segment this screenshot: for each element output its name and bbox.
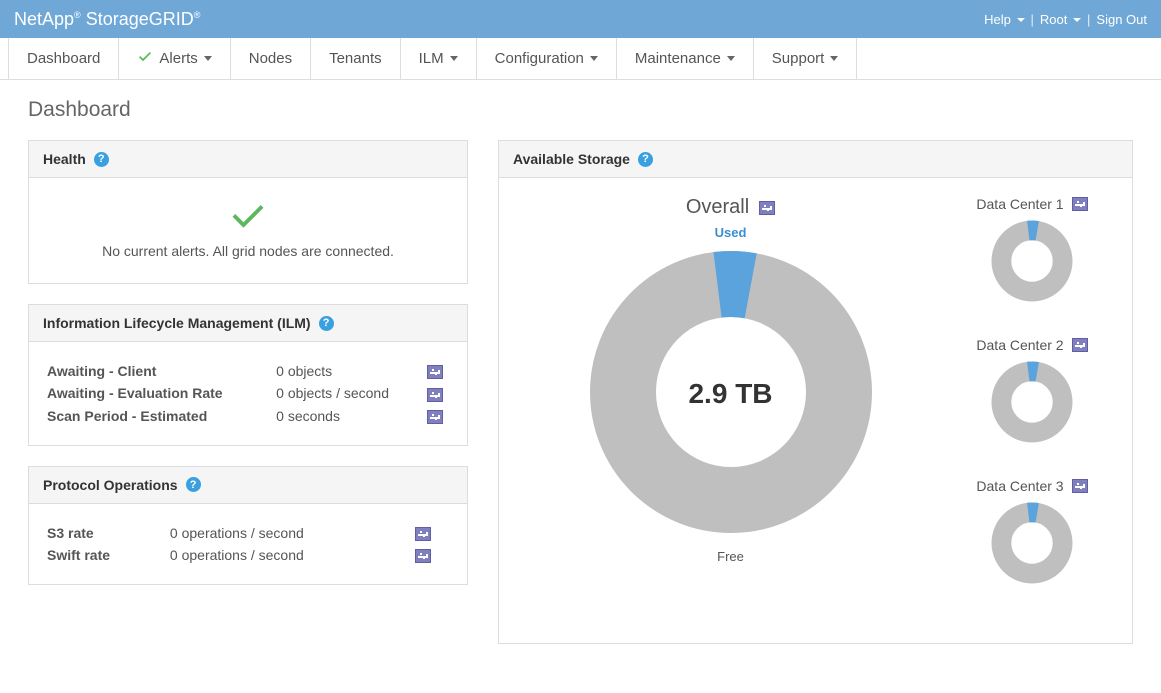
row-label: S3 rate: [43, 522, 166, 544]
table-row: Scan Period - Estimated 0 seconds: [43, 405, 453, 427]
sign-out-link[interactable]: Sign Out: [1096, 12, 1147, 27]
row-label: Scan Period - Estimated: [43, 405, 272, 427]
nav-support[interactable]: Support: [754, 38, 858, 79]
site-block: Data Center 2: [952, 337, 1112, 450]
site-name: Data Center 2: [976, 337, 1063, 353]
nav-configuration[interactable]: Configuration: [477, 38, 617, 79]
panel-header: Available Storage ?: [499, 141, 1132, 178]
row-value: 0 seconds: [272, 405, 423, 427]
brand-text-1: NetApp: [14, 9, 74, 29]
chart-icon[interactable]: [1072, 479, 1088, 493]
nav-ilm[interactable]: ILM: [401, 38, 477, 79]
caret-down-icon: [590, 56, 598, 61]
user-label: Root: [1040, 12, 1067, 27]
storage-panel: Available Storage ? Overall Used: [498, 140, 1133, 644]
help-icon[interactable]: ?: [186, 477, 201, 492]
panel-title: Available Storage: [513, 151, 630, 167]
caret-down-icon: [1017, 18, 1025, 22]
panel-header: Health ?: [29, 141, 467, 178]
reg-mark-2: ®: [194, 10, 201, 20]
row-label: Awaiting - Evaluation Rate: [43, 382, 272, 404]
nav-label: Configuration: [495, 50, 584, 67]
help-menu[interactable]: Help: [984, 12, 1024, 27]
table-row: Awaiting - Evaluation Rate 0 objects / s…: [43, 382, 453, 404]
nav-label: Alerts: [159, 50, 197, 67]
reg-mark-1: ®: [74, 10, 81, 20]
caret-down-icon: [1073, 18, 1081, 22]
help-label: Help: [984, 12, 1011, 27]
row-value: 0 operations / second: [166, 522, 412, 544]
row-value: 0 objects: [272, 360, 423, 382]
nav-label: ILM: [419, 50, 444, 67]
help-icon[interactable]: ?: [638, 152, 653, 167]
caret-down-icon: [450, 56, 458, 61]
brand-text-2: StorageGRID: [81, 9, 194, 29]
separator: |: [1031, 12, 1034, 27]
table-row: S3 rate 0 operations / second: [43, 522, 453, 544]
caret-down-icon: [204, 56, 212, 61]
nav-alerts[interactable]: Alerts: [119, 38, 230, 79]
site-name: Data Center 1: [976, 196, 1063, 212]
main-nav: Dashboard Alerts Nodes Tenants ILM Confi…: [0, 38, 1161, 80]
health-message: No current alerts. All grid nodes are co…: [43, 243, 453, 259]
chart-icon[interactable]: [1072, 338, 1088, 352]
check-icon: [137, 48, 153, 69]
help-icon[interactable]: ?: [94, 152, 109, 167]
caret-down-icon: [727, 56, 735, 61]
panel-title: Health: [43, 151, 86, 167]
overall-title: Overall: [686, 196, 775, 219]
check-icon: [43, 198, 453, 237]
ilm-panel: Information Lifecycle Management (ILM) ?…: [28, 304, 468, 446]
separator: |: [1087, 12, 1090, 27]
donut-center-value: 2.9 TB: [581, 378, 881, 410]
nav-tenants[interactable]: Tenants: [311, 38, 401, 79]
user-menu[interactable]: Root: [1040, 12, 1081, 27]
chart-icon[interactable]: [427, 365, 443, 379]
top-right-links: Help | Root | Sign Out: [984, 12, 1147, 27]
panel-header: Protocol Operations ?: [29, 467, 467, 504]
chart-icon[interactable]: [759, 201, 775, 215]
chart-icon[interactable]: [415, 549, 431, 563]
free-label: Free: [519, 549, 942, 564]
brand-logo: NetApp® StorageGRID®: [14, 9, 200, 30]
row-label: Awaiting - Client: [43, 360, 272, 382]
panel-header: Information Lifecycle Management (ILM) ?: [29, 305, 467, 342]
site-donut-chart: [987, 498, 1077, 588]
row-label: Swift rate: [43, 544, 166, 566]
chart-icon[interactable]: [427, 388, 443, 402]
used-label: Used: [519, 225, 942, 240]
chart-icon[interactable]: [415, 527, 431, 541]
nav-maintenance[interactable]: Maintenance: [617, 38, 754, 79]
overall-donut-chart: 2.9 TB: [581, 242, 881, 545]
top-bar: NetApp® StorageGRID® Help | Root | Sign …: [0, 0, 1161, 38]
nav-nodes[interactable]: Nodes: [231, 38, 311, 79]
site-block: Data Center 1: [952, 196, 1112, 309]
site-name: Data Center 3: [976, 478, 1063, 494]
protocol-panel: Protocol Operations ? S3 rate 0 operatio…: [28, 466, 468, 586]
table-row: Swift rate 0 operations / second: [43, 544, 453, 566]
caret-down-icon: [830, 56, 838, 61]
nav-label: Dashboard: [27, 50, 100, 67]
nav-label: Support: [772, 50, 825, 67]
table-row: Awaiting - Client 0 objects: [43, 360, 453, 382]
site-donut-chart: [987, 357, 1077, 447]
panel-title: Protocol Operations: [43, 477, 178, 493]
site-block: Data Center 3: [952, 478, 1112, 591]
row-value: 0 operations / second: [166, 544, 412, 566]
panel-title: Information Lifecycle Management (ILM): [43, 315, 311, 331]
sites-column: Data Center 1 Data Center 2: [952, 196, 1112, 619]
nav-label: Tenants: [329, 50, 382, 67]
chart-icon[interactable]: [1072, 197, 1088, 211]
row-value: 0 objects / second: [272, 382, 423, 404]
nav-label: Maintenance: [635, 50, 721, 67]
page-title: Dashboard: [28, 98, 1133, 122]
nav-dashboard[interactable]: Dashboard: [8, 38, 119, 79]
overall-label: Overall: [686, 196, 749, 219]
health-panel: Health ? No current alerts. All grid nod…: [28, 140, 468, 284]
nav-label: Nodes: [249, 50, 292, 67]
help-icon[interactable]: ?: [319, 316, 334, 331]
site-donut-chart: [987, 216, 1077, 306]
chart-icon[interactable]: [427, 410, 443, 424]
